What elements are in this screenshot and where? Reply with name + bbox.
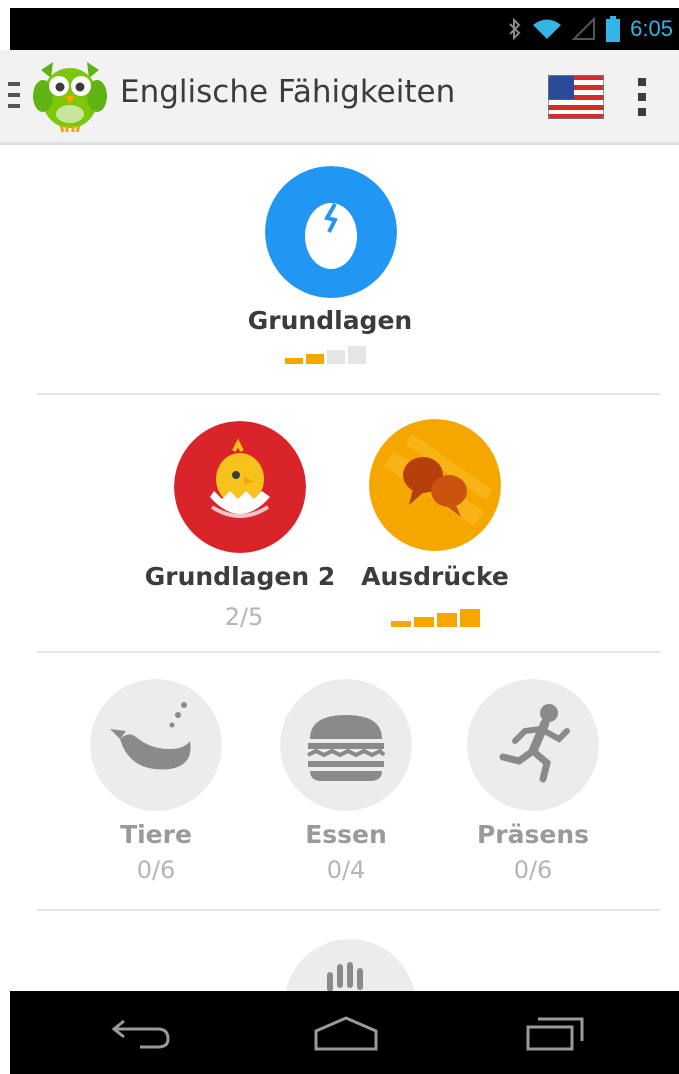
status-bar: 6:05 [10, 8, 679, 50]
status-time: 6:05 [630, 16, 673, 41]
strength-bar [285, 358, 303, 364]
strength-bar [414, 617, 434, 627]
overflow-menu-icon[interactable] [636, 78, 648, 116]
wifi-icon [533, 19, 562, 39]
navigation-bar [10, 991, 679, 1074]
skill-name: Essen [305, 820, 387, 849]
whale-icon [90, 679, 222, 811]
strength-bar [348, 346, 366, 364]
skill-name: Präsens [476, 820, 590, 849]
us-flag-icon[interactable] [548, 75, 604, 119]
hatching-chick-icon [174, 421, 306, 553]
skill-name: Grundlagen 2 [144, 562, 336, 591]
row-divider [37, 393, 660, 395]
skill-name: Grundlagen [247, 306, 413, 335]
drawer-menu-icon[interactable] [8, 80, 24, 110]
back-icon[interactable] [110, 1017, 174, 1051]
strength-bar [391, 621, 411, 627]
status-icons: 6:05 [508, 14, 673, 44]
signal-icon [572, 17, 596, 40]
home-icon[interactable] [312, 1015, 380, 1051]
skill-name: Ausdrücke [361, 562, 509, 591]
recent-apps-icon[interactable] [524, 1015, 586, 1051]
skill-progress: 2/5 [224, 603, 264, 631]
skill-name: Tiere [120, 820, 192, 849]
battery-icon [606, 16, 621, 42]
speech-bubbles-icon [369, 419, 501, 551]
bluetooth-icon [509, 17, 521, 41]
strength-meter [285, 346, 366, 364]
duolingo-owl-logo[interactable] [33, 58, 107, 134]
burger-icon [280, 679, 412, 811]
strength-bar [437, 613, 457, 627]
app-bar: Englische Fähigkeiten [0, 50, 679, 145]
row-divider [37, 909, 660, 911]
strength-meter [391, 609, 480, 627]
row-divider [37, 651, 660, 653]
strength-bar [460, 609, 480, 627]
egg-icon [265, 166, 397, 298]
app-title: Englische Fähigkeiten [120, 74, 456, 110]
strength-bar [327, 350, 345, 364]
skill-progress: 0/4 [326, 856, 366, 884]
skill-progress: 0/6 [513, 856, 553, 884]
app-screen: 6:05 Englische Fähigkeiten Grundlagen Gr… [0, 0, 679, 1074]
strength-bar [306, 354, 324, 364]
skill-progress: 0/6 [136, 856, 176, 884]
running-man-icon [467, 679, 599, 811]
